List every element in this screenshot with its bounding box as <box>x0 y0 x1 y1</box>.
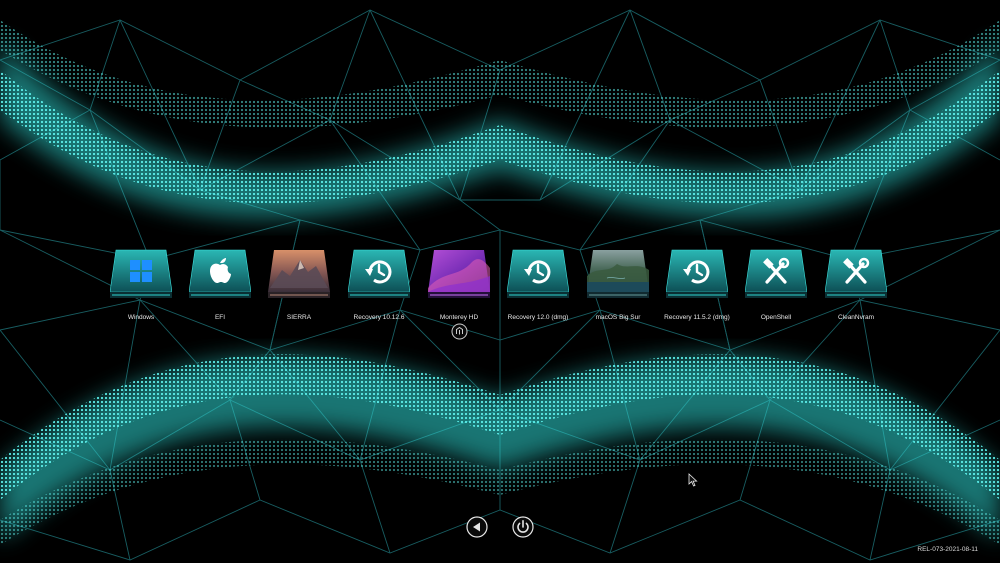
recovery-clock-icon <box>507 249 569 298</box>
selection-indicator-icon <box>451 323 468 340</box>
big-sur-icon <box>587 250 649 298</box>
version-label: REL-073-2021-08-11 <box>917 546 978 553</box>
boot-entry-list: Windows EFI SIERRA Recovery 10.12.6 Mont… <box>0 246 1000 326</box>
boot-entry-cleannvram[interactable]: CleanNvram <box>816 246 896 326</box>
boot-entry-label: CleanNvram <box>837 314 875 321</box>
boot-entry-windows[interactable]: Windows <box>101 246 181 326</box>
mouse-pointer-icon <box>688 473 698 487</box>
boot-entry-monterey-hd[interactable]: Monterey HD <box>419 246 499 326</box>
monterey-icon <box>428 250 490 298</box>
recovery-clock-icon <box>666 249 728 298</box>
boot-entry-recovery-10-12-6[interactable]: Recovery 10.12.6 <box>339 246 419 326</box>
windows-logo-icon <box>110 249 172 298</box>
boot-entry-recovery-12-0[interactable]: Recovery 12.0 (dmg) <box>498 246 578 326</box>
power-icon[interactable] <box>512 516 534 538</box>
boot-entry-efi[interactable]: EFI <box>180 246 260 326</box>
tools-icon <box>825 249 887 298</box>
boot-entry-macos-big-sur[interactable]: macOS Big Sur <box>578 246 658 326</box>
back-arrow-icon[interactable] <box>466 516 488 538</box>
boot-entry-openshell[interactable]: OpenShell <box>736 246 816 326</box>
sierra-mountain-icon <box>268 250 330 298</box>
recovery-clock-icon <box>348 249 410 298</box>
apple-logo-icon <box>189 249 251 298</box>
boot-entry-sierra[interactable]: SIERRA <box>259 246 339 326</box>
boot-entry-recovery-11-5-2[interactable]: Recovery 11.5.2 (dmg) <box>657 246 737 326</box>
tools-icon <box>745 249 807 298</box>
boot-picker-screen: Windows EFI SIERRA Recovery 10.12.6 Mont… <box>0 0 1000 563</box>
